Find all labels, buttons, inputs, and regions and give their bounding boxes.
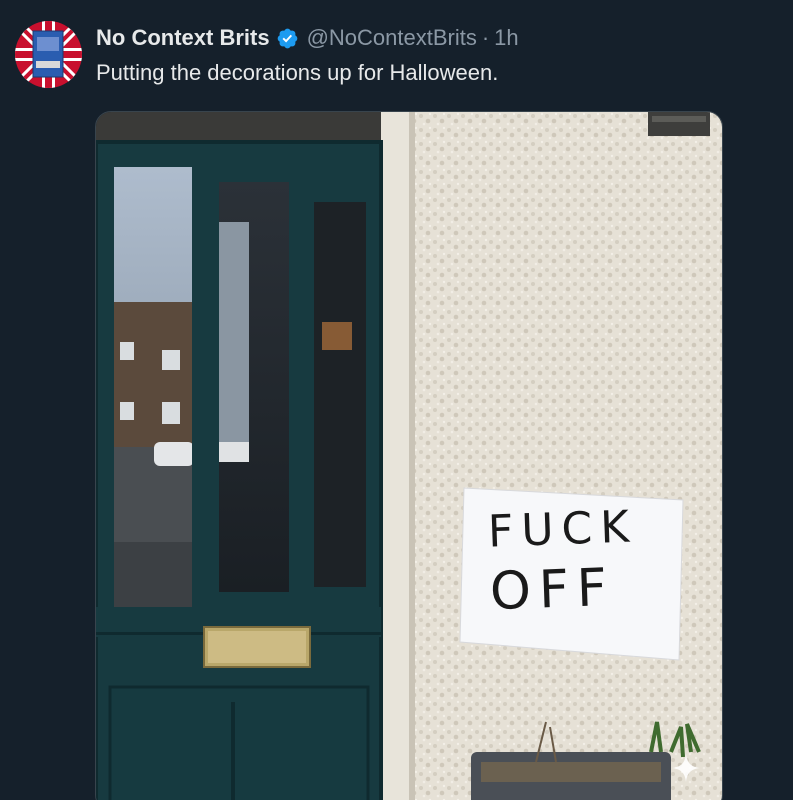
verified-badge-icon[interactable] [276, 27, 299, 50]
tweet-photo[interactable]: FUCK OFF [95, 111, 723, 800]
sign-text-line2: OFF [488, 557, 616, 623]
sign-text-line1: FUCK [487, 501, 638, 558]
display-name[interactable]: No Context Brits [96, 25, 270, 51]
sparkle-icon [670, 752, 702, 784]
handle[interactable]: @NoContextBrits [307, 25, 477, 51]
profile-avatar[interactable] [15, 21, 82, 88]
tweet[interactable]: No Context Brits @NoContextBrits · 1h Pu… [0, 0, 793, 800]
tweet-header: No Context Brits @NoContextBrits · 1h [96, 24, 519, 52]
timestamp[interactable]: 1h [494, 25, 518, 51]
tweet-text: Putting the decorations up for Halloween… [96, 60, 499, 85]
separator: · [481, 25, 490, 50]
